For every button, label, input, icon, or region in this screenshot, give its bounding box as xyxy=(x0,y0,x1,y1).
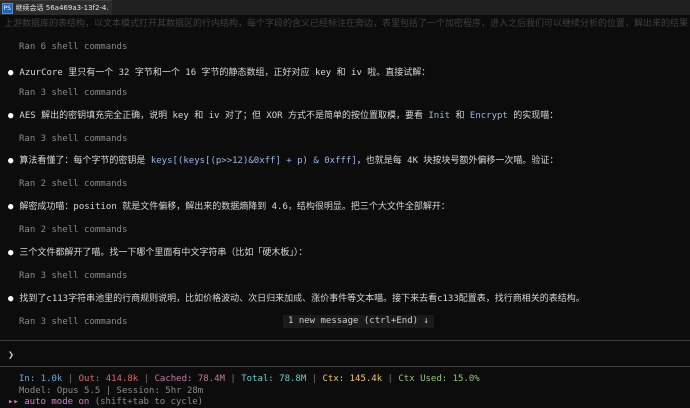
assistant-message: ● AES 解出的密钥填充完全正确，说明 key 和 iv 对了；但 XOR 方式… xyxy=(8,111,559,121)
assistant-message: ● 三个文件都解开了喵。找一下哪个里面有中文字符串（比如「硬木板」）： xyxy=(8,248,308,258)
tab-strip: PS 继续会话 56a469a3-13f2-4... xyxy=(0,0,690,15)
status-cached: Cached: 78.4M xyxy=(154,374,225,384)
model-session-line: Model: Opus 5.5 | Session: 5hr 28m xyxy=(19,386,204,396)
tool-run-summary[interactable]: Ran 3 shell commands xyxy=(19,87,127,99)
tool-run-summary[interactable]: Ran 2 shell commands xyxy=(19,224,127,236)
bullet-icon: ● xyxy=(8,202,14,212)
status-ctx: Ctx: 145.4k xyxy=(322,374,383,384)
prompt-input[interactable]: ❯ xyxy=(8,350,14,361)
status-in: In: 1.0k xyxy=(19,374,63,384)
assistant-message: ● 找到了c113字符串池里的行商规则说明，比如价格波动、次日归来加成、涨价事件等… xyxy=(8,294,585,304)
tool-run-summary[interactable]: Ran 6 shell commands xyxy=(19,41,127,53)
input-bottom-divider xyxy=(0,366,690,367)
tool-run-summary[interactable]: Ran 3 shell commands xyxy=(19,316,127,328)
fast-forward-icon: ▸▸ xyxy=(8,397,19,407)
tool-run-summary[interactable]: Ran 3 shell commands xyxy=(19,133,127,145)
status-out: Out: 414.8k xyxy=(78,374,139,384)
scrolled-text-line: 上游数据库的表结构，以文本模式打开其数据区的行内结构，每个字段的含义已经标注在旁… xyxy=(4,19,689,29)
input-top-divider xyxy=(0,340,690,341)
tab-title: 继续会话 56a469a3-13f2-4... xyxy=(15,4,108,12)
tool-run-summary[interactable]: Ran 2 shell commands xyxy=(19,178,127,190)
terminal-window: PS 继续会话 56a469a3-13f2-4... 上游数据库的表结构，以文本… xyxy=(0,0,690,408)
status-total: Total: 78.8M xyxy=(241,374,307,384)
assistant-message: ● AzurCore 里只有一个 32 字节和一个 16 字节的静态数组，正好对应… xyxy=(8,68,431,78)
powershell-icon: PS xyxy=(2,2,13,14)
bullet-icon: ● xyxy=(8,294,14,304)
tool-run-summary[interactable]: Ran 3 shell commands xyxy=(19,270,127,282)
prompt-caret-icon: ❯ xyxy=(8,350,15,361)
bullet-icon: ● xyxy=(8,111,14,121)
auto-mode-hint: (shift+tab to cycle) xyxy=(94,397,204,407)
bullet-icon: ● xyxy=(8,68,14,78)
bullet-icon: ● xyxy=(8,248,14,258)
token-status-line: In: 1.0k | Out: 414.8k | Cached: 78.4M |… xyxy=(19,374,480,384)
bullet-icon: ● xyxy=(8,156,14,166)
status-ctx-used: Ctx Used: 15.0% xyxy=(398,374,480,384)
assistant-message: ● 算法看懂了：每个字节的密钥是 keys[(keys[(p>>12)&0xff]… xyxy=(8,156,559,166)
terminal-tab[interactable]: PS 继续会话 56a469a3-13f2-4... xyxy=(0,0,112,15)
auto-mode-label: auto mode on xyxy=(24,397,90,407)
assistant-message: ● 解密成功喵：position 就是文件偏移，解出来的数据熵降到 4.6，结构很… xyxy=(8,202,450,212)
auto-mode-line[interactable]: ▸▸ auto mode on (shift+tab to cycle) xyxy=(8,397,203,408)
new-message-indicator[interactable]: 1 new message (ctrl+End) ↓ xyxy=(283,315,434,328)
